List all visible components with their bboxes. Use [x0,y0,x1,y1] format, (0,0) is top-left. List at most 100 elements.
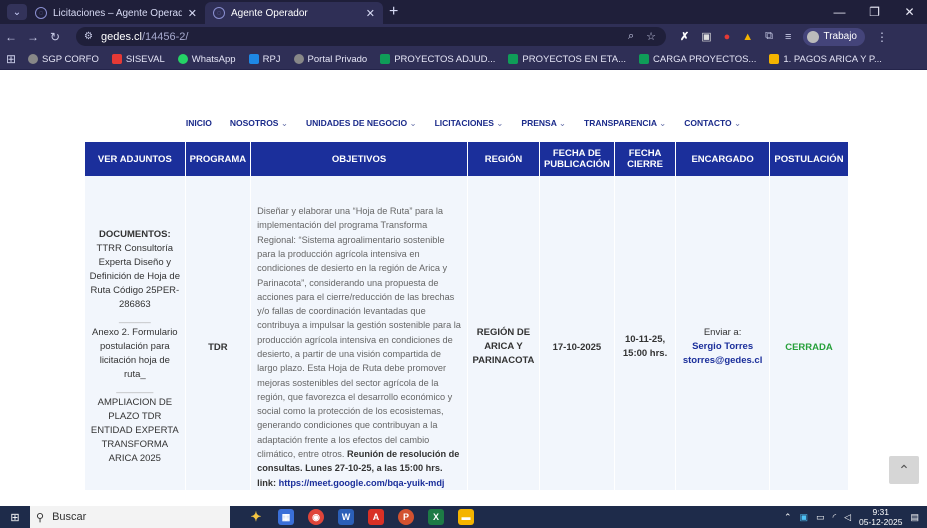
reading-list-icon[interactable]: ≡ [785,31,791,43]
nav-nosotros[interactable]: NOSOTROS ⌄ [230,118,288,129]
extensions: ✗ ▣ ● ▲ ⧉ ≡ [680,30,791,43]
wifi-icon[interactable]: ◜ [833,512,837,523]
bookmark-rpj[interactable]: RPJ [248,54,281,65]
chevron-down-icon: ⌄ [734,118,742,128]
tray-chevron-up-icon[interactable]: ⌃ [784,512,792,523]
web-page: INICIO NOSOTROS ⌄ UNIDADES DE NEGOCIO ⌄ … [0,70,927,490]
tab-agente-operador[interactable]: ◌ Agente Operador ✕ [205,2,383,24]
sparkle-icon[interactable]: ✦ [248,509,264,525]
link-anexo-2[interactable]: Anexo 2. Formulario postulación para lic… [89,326,181,382]
header-objetivos: OBJETIVOS [250,142,468,176]
bookmark-star-icon[interactable]: ☆ [646,30,656,43]
bookmark-whatsapp[interactable]: WhatsApp [177,54,236,65]
link-ttrr-consultoria[interactable]: TTRR Consultoría Experta Diseño y Defini… [89,242,181,312]
new-tab-plus-icon[interactable]: + [389,3,398,21]
close-window-icon[interactable]: ✕ [892,0,927,24]
encargado-email[interactable]: storres@gedes.cl [680,354,765,368]
extension-x-icon[interactable]: ✗ [680,30,689,43]
restore-icon[interactable]: ❐ [857,0,892,24]
tray-app-icon[interactable]: ▣ [800,512,809,523]
rpj-icon [248,54,259,64]
excel-icon[interactable]: X [428,509,444,525]
encargado-name: Sergio Torres [692,341,754,352]
chevron-down-icon: ⌄ [496,118,504,128]
bookmark-proyectos-en-eta[interactable]: PROYECTOS EN ETA... [508,54,626,65]
adjuntos-title: DOCUMENTOS: [99,229,171,240]
forward-arrow-icon[interactable]: → [22,30,44,44]
profile-label: Trabajo [823,31,857,42]
avatar [807,30,820,43]
extensions-puzzle-icon[interactable]: ⧉ [765,30,773,43]
objetivos-text: Diseñar y elaborar una “Hoja de Ruta” pa… [257,206,461,460]
globe-icon [28,54,38,64]
chrome-icon[interactable]: ◉ [308,509,324,525]
nav-inicio[interactable]: INICIO [186,118,212,129]
bookmark-sgp-corfo[interactable]: SGP CORFO [28,54,99,65]
nav-unidades-de-negocio[interactable]: UNIDADES DE NEGOCIO ⌄ [306,118,417,129]
zoom-icon[interactable]: ⌕ [628,30,634,43]
bookmark-portal-privado[interactable]: Portal Privado [293,54,367,65]
site-info-icon[interactable]: ⚙ [84,31,93,42]
nav-transparencia[interactable]: TRANSPARENCIA ⌄ [584,118,666,129]
header-encargado: ENCARGADO [675,142,770,176]
meet-link[interactable]: https://meet.google.com/bqa-yuik-mdj [279,478,445,488]
tab-search-icon[interactable]: ⌄ [7,4,27,20]
task-view-icon[interactable]: ▦ [278,509,294,525]
bookmark-siseval[interactable]: SISEVAL [111,54,165,65]
siseval-icon [111,54,122,64]
url-host: gedes.cl [100,30,142,43]
taskbar-search[interactable]: ⚲ Buscar [30,506,230,528]
profile-button[interactable]: Trabajo [803,27,865,46]
word-icon[interactable]: W [338,509,354,525]
search-icon: ⚲ [36,511,45,524]
nav-prensa[interactable]: PRENSA ⌄ [521,118,566,129]
windows-start-icon[interactable]: ⊞ [0,511,30,524]
taskbar: ⊞ ⚲ Buscar ✦ ▦ ◉ W A P X ▬ ⌃ ▣ ▭ ◜ ◁ 9:3… [0,506,927,528]
extension-drive-icon[interactable]: ▲ [742,31,753,43]
cell-fecha-cierre: 10-11-25, 15:00 hrs. [614,176,677,490]
powerpoint-icon[interactable]: P [398,509,414,525]
sheets-icon [639,54,650,64]
clock[interactable]: 9:31 05-12-2025 [859,507,902,527]
cell-objetivos: Diseñar y elaborar una “Hoja de Ruta” pa… [250,176,468,490]
back-arrow-icon[interactable]: ← [0,30,22,44]
notifications-icon[interactable]: ▤ [910,512,919,523]
chevron-down-icon: ⌄ [280,118,288,128]
separator: ______ [118,313,151,324]
battery-icon[interactable]: ▭ [816,512,825,523]
bookmark-pagos-arica[interactable]: 1. PAGOS ARICA Y P... [769,54,882,65]
close-icon[interactable]: ✕ [188,7,197,20]
file-explorer-icon[interactable]: ▬ [458,509,474,525]
link-ampliacion-plazo[interactable]: AMPLIACION DE PLAZO TDR ENTIDAD EXPERTA … [89,396,181,466]
cell-adjuntos: DOCUMENTOS: TTRR Consultoría Experta Dis… [85,176,186,490]
globe-icon [293,54,304,64]
volume-icon[interactable]: ◁ [844,512,851,523]
header-fecha-publicacion: FECHA DE PUBLICACIÓN [539,142,615,176]
address-bar[interactable]: ⚙ gedes.cl /14456-2/ ⌕ ☆ [76,27,666,46]
bookmark-proyectos-adjud[interactable]: PROYECTOS ADJUD... [380,54,495,65]
acrobat-icon[interactable]: A [368,509,384,525]
chevron-down-icon: ⌄ [409,118,417,128]
chevron-up-icon: ⌃ [898,461,910,478]
cell-postulacion-status: CERRADA [769,176,850,490]
tab-licitaciones[interactable]: ◌ Licitaciones – Agente Operador ✕ [27,2,205,24]
search-placeholder: Buscar [52,511,87,523]
extension-badge-icon[interactable]: ▣ [701,30,711,43]
taskbar-apps: ✦ ▦ ◉ W A P X ▬ [248,509,474,525]
close-icon[interactable]: ✕ [366,7,375,20]
clock-time: 9:31 [872,507,890,517]
minimize-icon[interactable]: — [822,0,857,24]
site-favicon-icon: ◌ [213,7,225,19]
nav-contacto[interactable]: CONTACTO ⌄ [684,118,741,129]
scroll-to-top-button[interactable]: ⌃ [889,456,919,484]
header-ver-adjuntos: VER ADJUNTOS [85,142,186,176]
nav-licitaciones[interactable]: LICITACIONES ⌄ [435,118,504,129]
sheets-icon [508,54,519,64]
separator: _______ [116,383,154,394]
apps-grid-icon[interactable]: ⊞ [0,52,22,66]
reload-icon[interactable]: ↻ [44,30,66,44]
extension-red-icon[interactable]: ● [724,31,731,43]
menu-kebab-icon[interactable]: ⋮ [871,30,893,44]
bookmark-carga-proyectos[interactable]: CARGA PROYECTOS... [639,54,756,65]
cell-fecha-publicacion: 17-10-2025 [539,176,615,490]
